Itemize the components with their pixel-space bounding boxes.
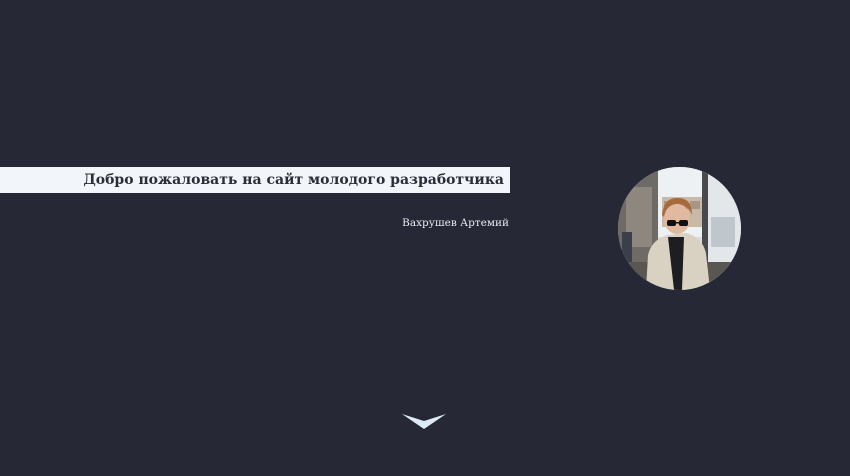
author-name: Вахрушев Артемий bbox=[402, 217, 509, 229]
page-title: Добро пожаловать на сайт молодого разраб… bbox=[83, 172, 504, 188]
landing-page: Добро пожаловать на сайт молодого разраб… bbox=[0, 0, 850, 476]
avatar-photo bbox=[618, 167, 741, 290]
chevron-down-icon bbox=[402, 414, 446, 429]
avatar bbox=[618, 167, 741, 290]
scroll-down-button[interactable] bbox=[401, 412, 447, 430]
title-banner: Добро пожаловать на сайт молодого разраб… bbox=[0, 167, 510, 193]
